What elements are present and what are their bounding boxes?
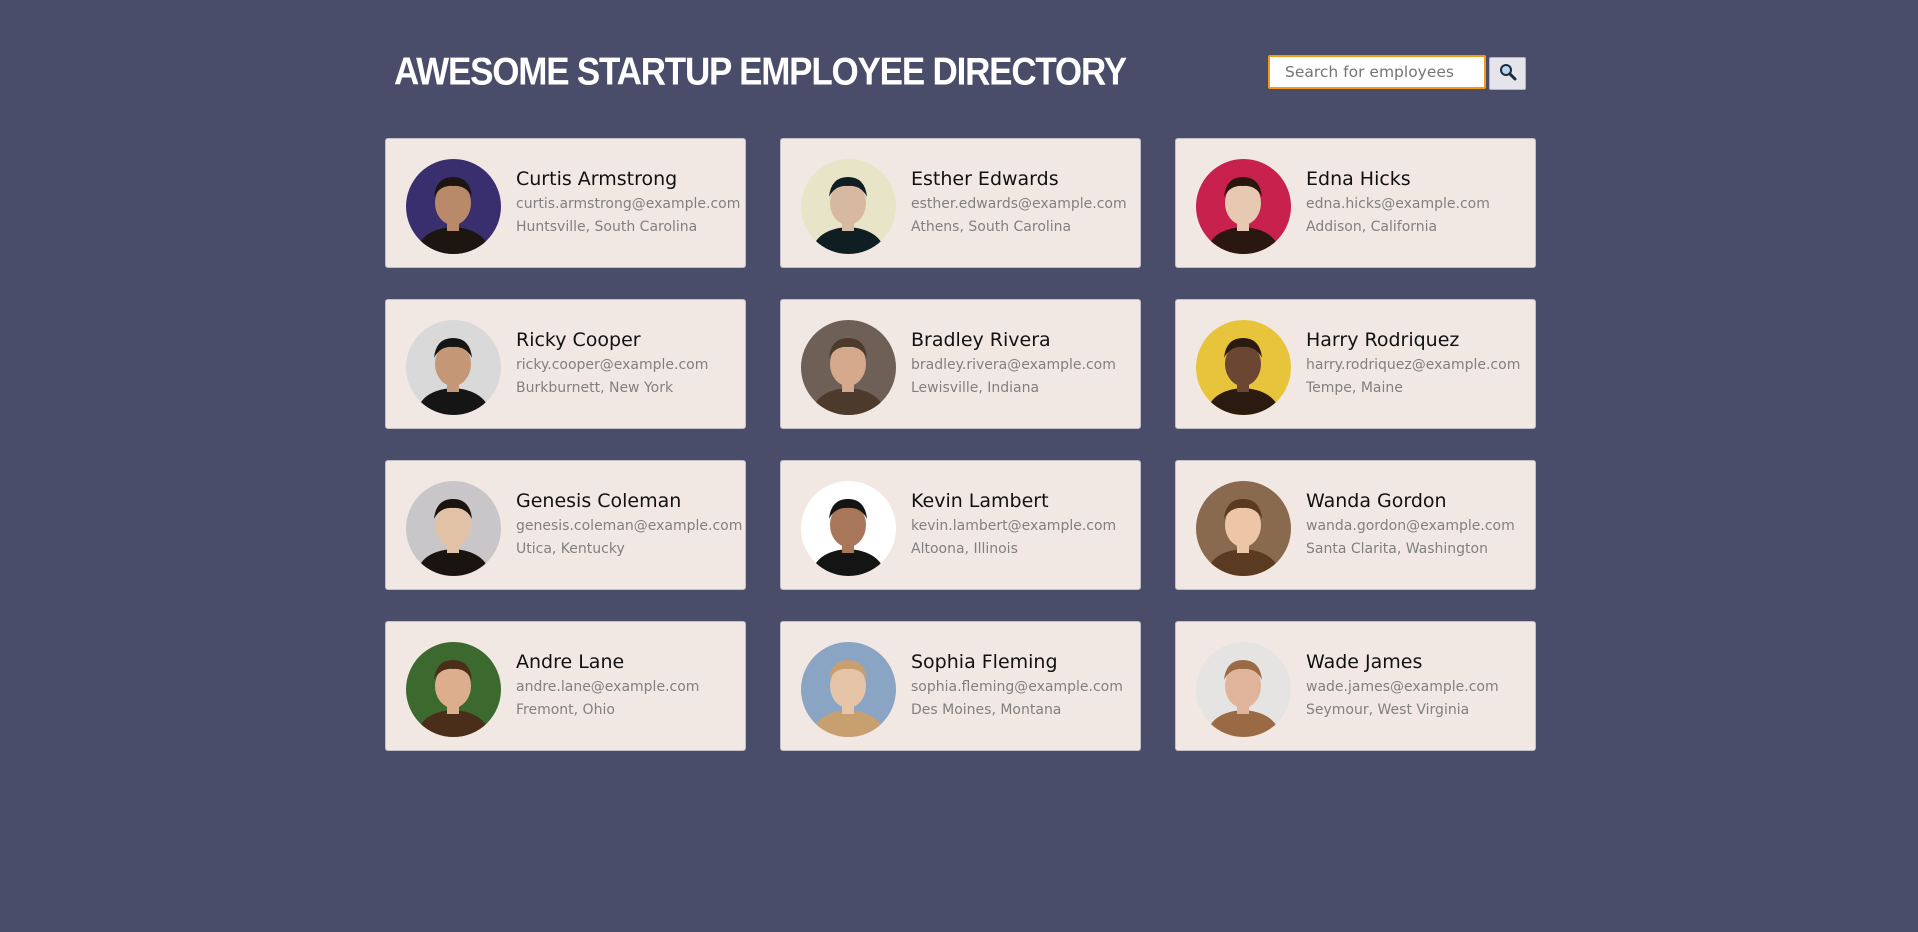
employee-location: Athens, South Carolina [911, 219, 1072, 235]
employee-info: Sophia Fleming sophia.fleming@example.com… [911, 649, 1134, 722]
employee-email: ricky.cooper@example.com [516, 357, 709, 373]
employee-email: curtis.armstrong@example.com [516, 196, 741, 212]
employee-avatar [1196, 642, 1291, 737]
employee-card[interactable]: Edna Hicks edna.hicks@example.com Addison,… [1175, 138, 1536, 268]
employee-avatar [406, 320, 501, 415]
employee-location: Lewisville, Indiana [911, 380, 1040, 396]
employee-email: esther.edwards@example.com [911, 196, 1127, 212]
employee-email: andre.lane@example.com [516, 679, 700, 695]
employee-avatar [801, 642, 896, 737]
employee-info: Kevin Lambert kevin.lambert@example.com Al… [911, 488, 1134, 561]
employee-info: Wade James wade.james@example.com Seymour,… [1306, 649, 1529, 722]
employee-gallery: Curtis Armstrong curtis.armstrong@example… [385, 138, 1536, 751]
employee-location: Huntsville, South Carolina [516, 219, 698, 235]
employee-card[interactable]: Wade James wade.james@example.com Seymour,… [1175, 621, 1536, 751]
employee-card[interactable]: Andre Lane andre.lane@example.com Fremont,… [385, 621, 746, 751]
employee-card[interactable]: Esther Edwards esther.edwards@example.com… [780, 138, 1141, 268]
employee-email: sophia.fleming@example.com [911, 679, 1123, 695]
employee-location: Tempe, Maine [1306, 380, 1403, 396]
employee-location: Utica, Kentucky [516, 541, 625, 557]
employee-email: wade.james@example.com [1306, 679, 1499, 695]
employee-location: Des Moines, Montana [911, 702, 1062, 718]
employee-card[interactable]: Kevin Lambert kevin.lambert@example.com Al… [780, 460, 1141, 590]
search-input[interactable] [1268, 55, 1486, 89]
employee-avatar [1196, 320, 1291, 415]
employee-avatar [801, 481, 896, 576]
employee-email: wanda.gordon@example.com [1306, 518, 1515, 534]
employee-location: Seymour, West Virginia [1306, 702, 1470, 718]
employee-card[interactable]: Sophia Fleming sophia.fleming@example.com… [780, 621, 1141, 751]
employee-location: Santa Clarita, Washington [1306, 541, 1488, 557]
employee-info: Bradley Rivera bradley.rivera@example.com… [911, 327, 1134, 400]
employee-name: Harry Rodriquez [1306, 329, 1460, 351]
employee-name: Wanda Gordon [1306, 490, 1447, 512]
employee-card[interactable]: Wanda Gordon wanda.gordon@example.com Sant… [1175, 460, 1536, 590]
employee-name: Kevin Lambert [911, 490, 1049, 512]
employee-email: bradley.rivera@example.com [911, 357, 1116, 373]
employee-name: Wade James [1306, 651, 1423, 673]
employee-avatar [1196, 159, 1291, 254]
employee-info: Esther Edwards esther.edwards@example.com… [911, 166, 1134, 239]
employee-name: Ricky Cooper [516, 329, 641, 351]
employee-info: Wanda Gordon wanda.gordon@example.com Sant… [1306, 488, 1529, 561]
employee-avatar [801, 320, 896, 415]
employee-avatar [406, 642, 501, 737]
employee-name: Andre Lane [516, 651, 625, 673]
employee-name: Genesis Coleman [516, 490, 682, 512]
employee-info: Harry Rodriquez harry.rodriquez@example.c… [1306, 327, 1529, 400]
employee-location: Fremont, Ohio [516, 702, 615, 718]
employee-avatar [1196, 481, 1291, 576]
page-title: Awesome Startup Employee Directory [394, 49, 1127, 94]
employee-card[interactable]: Curtis Armstrong curtis.armstrong@example… [385, 138, 746, 268]
employee-info: Andre Lane andre.lane@example.com Fremont,… [516, 649, 739, 722]
employee-name: Sophia Fleming [911, 651, 1058, 673]
employee-email: harry.rodriquez@example.com [1306, 357, 1521, 373]
employee-email: edna.hicks@example.com [1306, 196, 1490, 212]
employee-email: genesis.coleman@example.com [516, 518, 743, 534]
employee-name: Curtis Armstrong [516, 168, 678, 190]
search-button[interactable] [1489, 57, 1526, 90]
magnifier-icon [1499, 63, 1517, 84]
employee-avatar [406, 481, 501, 576]
page-header: Awesome Startup Employee Directory [394, 49, 1526, 94]
employee-card[interactable]: Ricky Cooper ricky.cooper@example.com Burk… [385, 299, 746, 429]
employee-info: Genesis Coleman genesis.coleman@example.c… [516, 488, 743, 561]
employee-location: Addison, California [1306, 219, 1438, 235]
employee-info: Curtis Armstrong curtis.armstrong@example… [516, 166, 741, 239]
employee-location: Altoona, Illinois [911, 541, 1018, 557]
employee-location: Burkburnett, New York [516, 380, 674, 396]
employee-info: Ricky Cooper ricky.cooper@example.com Burk… [516, 327, 739, 400]
employee-card[interactable]: Bradley Rivera bradley.rivera@example.com… [780, 299, 1141, 429]
employee-name: Bradley Rivera [911, 329, 1051, 351]
employee-avatar [406, 159, 501, 254]
employee-card[interactable]: Harry Rodriquez harry.rodriquez@example.c… [1175, 299, 1536, 429]
employee-avatar [801, 159, 896, 254]
employee-email: kevin.lambert@example.com [911, 518, 1117, 534]
employee-name: Esther Edwards [911, 168, 1059, 190]
employee-card[interactable]: Genesis Coleman genesis.coleman@example.c… [385, 460, 746, 590]
employee-info: Edna Hicks edna.hicks@example.com Addison,… [1306, 166, 1529, 239]
employee-name: Edna Hicks [1306, 168, 1411, 190]
